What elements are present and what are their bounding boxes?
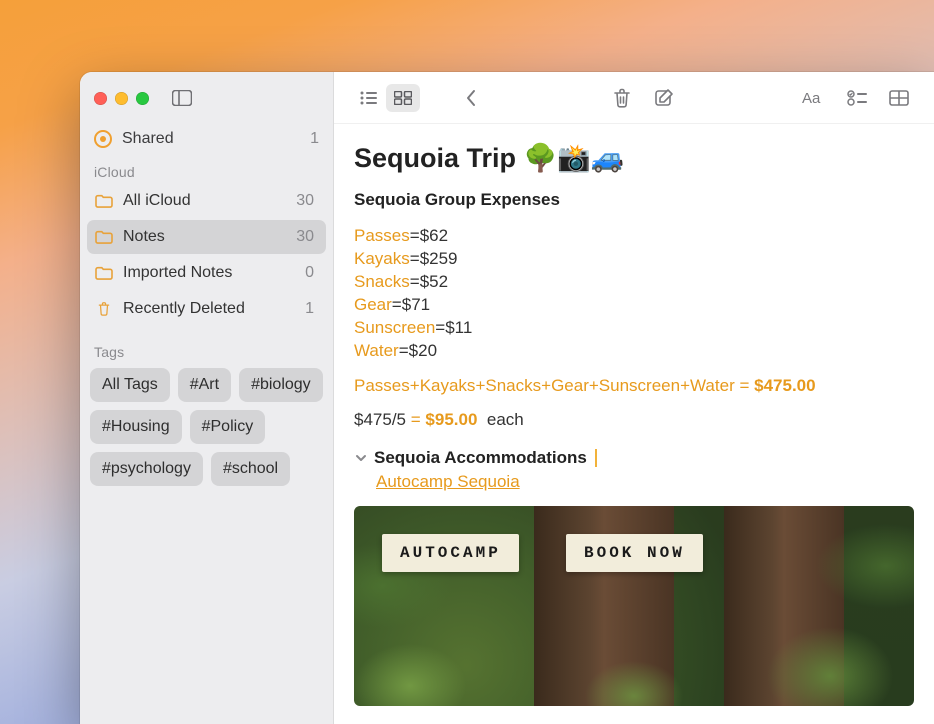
shared-icon xyxy=(94,130,112,148)
window-controls xyxy=(94,92,149,105)
folder-list: All iCloud 30 Notes 30 Imported Notes 0 xyxy=(80,184,333,326)
sidebar-item-count: 30 xyxy=(296,192,318,210)
sidebar-item-count: 1 xyxy=(310,130,319,148)
sidebar-section-tags: Tags xyxy=(80,338,333,364)
sidebar-item-label: Recently Deleted xyxy=(123,300,295,318)
sidebar-item-label: All iCloud xyxy=(123,192,286,210)
list-view-button[interactable] xyxy=(352,84,386,112)
sidebar-section-icloud: iCloud xyxy=(80,158,333,184)
sidebar-item-count: 0 xyxy=(305,264,318,282)
sidebar-item-all-icloud[interactable]: All iCloud 30 xyxy=(87,184,326,218)
sidebar: Shared 1 iCloud All iCloud 30 Notes 30 xyxy=(80,72,334,724)
expense-row: Water=$20 xyxy=(354,339,914,362)
expense-row: Gear=$71 xyxy=(354,293,914,316)
tag-policy[interactable]: #Policy xyxy=(190,410,266,444)
attachment-image[interactable]: AUTOCAMP BOOK NOW xyxy=(354,506,914,706)
chevron-down-icon xyxy=(354,451,368,465)
expense-formula: Passes+Kayaks+Snacks+Gear+Sunscreen+Wate… xyxy=(354,376,914,396)
tag-psychology[interactable]: #psychology xyxy=(90,452,203,486)
new-note-button[interactable] xyxy=(647,84,681,112)
photo-label-autocamp: AUTOCAMP xyxy=(382,534,519,572)
accommodation-link[interactable]: Autocamp Sequoia xyxy=(376,472,520,492)
delete-note-button[interactable] xyxy=(605,84,639,112)
toggle-sidebar-button[interactable] xyxy=(167,85,197,111)
tag-all-tags[interactable]: All Tags xyxy=(90,368,170,402)
sidebar-item-count: 1 xyxy=(305,300,318,318)
tag-school[interactable]: #school xyxy=(211,452,290,486)
sidebar-item-label: Notes xyxy=(123,228,286,246)
table-button[interactable] xyxy=(882,84,916,112)
expense-row: Sunscreen=$11 xyxy=(354,316,914,339)
toolbar: Aa xyxy=(334,72,934,124)
titlebar xyxy=(80,72,333,124)
gallery-view-button[interactable] xyxy=(386,84,420,112)
note-title: Sequoia Trip 🌳📸🚙 xyxy=(354,142,914,174)
note-subtitle: Sequoia Group Expenses xyxy=(354,190,914,210)
sidebar-item-label: Imported Notes xyxy=(123,264,295,282)
maximize-window-button[interactable] xyxy=(136,92,149,105)
svg-text:Aa: Aa xyxy=(802,90,821,107)
accommodations-heading[interactable]: Sequoia Accommodations xyxy=(354,448,914,468)
folder-icon xyxy=(95,230,113,244)
view-mode-segment xyxy=(352,84,420,112)
trash-icon xyxy=(95,302,113,316)
sidebar-item-recently-deleted[interactable]: Recently Deleted 1 xyxy=(87,292,326,326)
content-area: Aa Sequoia Trip 🌳📸🚙 Sequoia Group Expens… xyxy=(334,72,934,724)
text-cursor xyxy=(595,449,597,467)
folder-icon xyxy=(95,194,113,208)
accommodations-label: Sequoia Accommodations xyxy=(374,448,587,468)
format-button[interactable]: Aa xyxy=(798,84,832,112)
tag-art[interactable]: #Art xyxy=(178,368,231,402)
sidebar-item-imported-notes[interactable]: Imported Notes 0 xyxy=(87,256,326,290)
expense-row: Snacks=$52 xyxy=(354,270,914,293)
per-person-line: $475/5 = $95.00 each xyxy=(354,410,914,430)
expenses-block: Passes=$62 Kayaks=$259 Snacks=$52 Gear=$… xyxy=(354,224,914,362)
note-body[interactable]: Sequoia Trip 🌳📸🚙 Sequoia Group Expenses … xyxy=(334,124,934,724)
sidebar-item-shared[interactable]: Shared 1 xyxy=(80,124,333,158)
minimize-window-button[interactable] xyxy=(115,92,128,105)
notes-window: Shared 1 iCloud All iCloud 30 Notes 30 xyxy=(80,72,934,724)
checklist-button[interactable] xyxy=(840,84,874,112)
sidebar-item-notes[interactable]: Notes 30 xyxy=(87,220,326,254)
sidebar-item-label: Shared xyxy=(122,130,300,148)
tags-area: All Tags #Art #biology #Housing #Policy … xyxy=(80,364,333,490)
sidebar-item-count: 30 xyxy=(296,228,318,246)
photo-label-book-now: BOOK NOW xyxy=(566,534,703,572)
close-window-button[interactable] xyxy=(94,92,107,105)
back-button[interactable] xyxy=(454,84,488,112)
folder-icon xyxy=(95,266,113,280)
tag-housing[interactable]: #Housing xyxy=(90,410,182,444)
expense-row: Kayaks=$259 xyxy=(354,247,914,270)
expense-row: Passes=$62 xyxy=(354,224,914,247)
tag-biology[interactable]: #biology xyxy=(239,368,323,402)
